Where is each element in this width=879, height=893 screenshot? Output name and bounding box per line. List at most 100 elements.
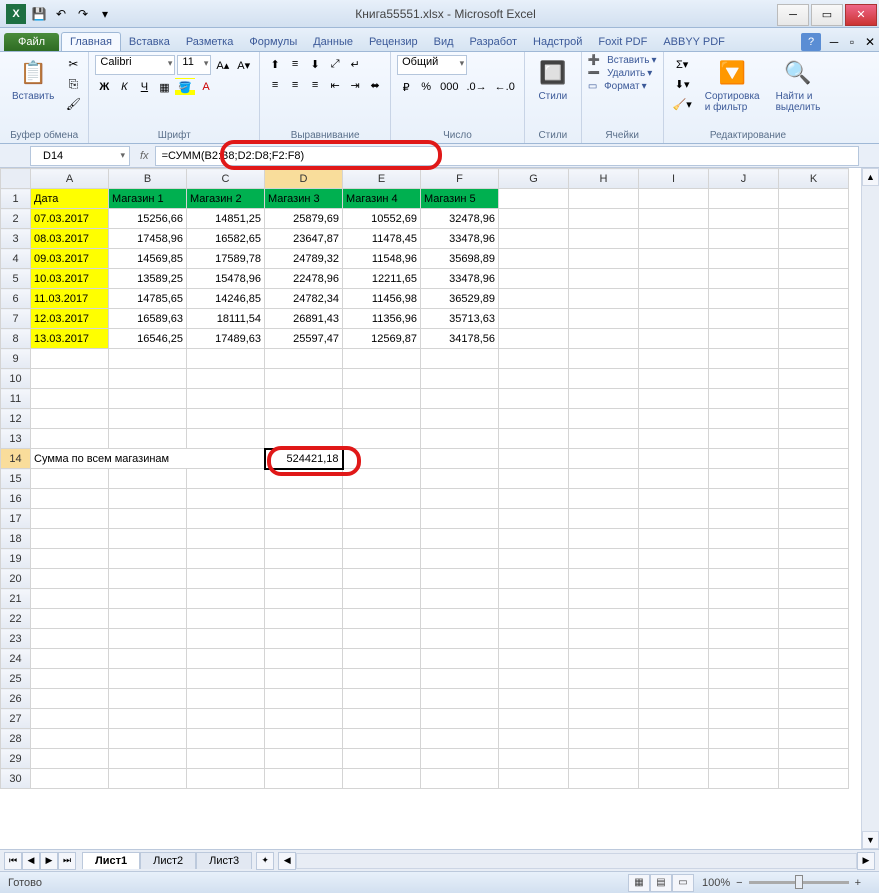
cell-J5[interactable] <box>709 269 779 289</box>
cell-K18[interactable] <box>779 529 849 549</box>
cell-D27[interactable] <box>265 709 343 729</box>
cell-I9[interactable] <box>639 349 709 369</box>
row-header-10[interactable]: 10 <box>1 369 31 389</box>
cell-F20[interactable] <box>421 569 499 589</box>
cell-K14[interactable] <box>779 449 849 469</box>
cell-G19[interactable] <box>499 549 569 569</box>
cell-K10[interactable] <box>779 369 849 389</box>
cell-I16[interactable] <box>639 489 709 509</box>
cell-K22[interactable] <box>779 609 849 629</box>
wrap-text-icon[interactable]: ↵ <box>346 55 364 73</box>
cell-H7[interactable] <box>569 309 639 329</box>
cell-C5[interactable]: 15478,96 <box>187 269 265 289</box>
column-header-C[interactable]: C <box>187 169 265 189</box>
cell-J3[interactable] <box>709 229 779 249</box>
cell-B16[interactable] <box>109 489 187 509</box>
cell-H26[interactable] <box>569 689 639 709</box>
row-header-11[interactable]: 11 <box>1 389 31 409</box>
cell-G16[interactable] <box>499 489 569 509</box>
cell-J29[interactable] <box>709 749 779 769</box>
align-left-icon[interactable]: ≡ <box>266 76 284 94</box>
cell-D22[interactable] <box>265 609 343 629</box>
row-header-23[interactable]: 23 <box>1 629 31 649</box>
cell-G1[interactable] <box>499 189 569 209</box>
row-header-8[interactable]: 8 <box>1 329 31 349</box>
row-header-3[interactable]: 3 <box>1 229 31 249</box>
zoom-out-icon[interactable]: − <box>736 877 742 889</box>
sort-filter-button[interactable]: 🔽 Сортировка и фильтр <box>699 55 766 115</box>
cell-G4[interactable] <box>499 249 569 269</box>
cell-K21[interactable] <box>779 589 849 609</box>
cell-H12[interactable] <box>569 409 639 429</box>
cell-F2[interactable]: 32478,96 <box>421 209 499 229</box>
row-header-26[interactable]: 26 <box>1 689 31 709</box>
border-icon[interactable]: ▦ <box>155 78 173 96</box>
orientation-icon[interactable]: ⤢ <box>326 55 344 73</box>
cell-C29[interactable] <box>187 749 265 769</box>
cell-G17[interactable] <box>499 509 569 529</box>
align-bottom-icon[interactable]: ⬇ <box>306 55 324 73</box>
cell-K15[interactable] <box>779 469 849 489</box>
cell-E30[interactable] <box>343 769 421 789</box>
cell-G24[interactable] <box>499 649 569 669</box>
vertical-scrollbar[interactable]: ▲ ▼ <box>861 168 879 849</box>
cell-H2[interactable] <box>569 209 639 229</box>
cell-J15[interactable] <box>709 469 779 489</box>
row-header-14[interactable]: 14 <box>1 449 31 469</box>
tab-review[interactable]: Рецензир <box>361 33 426 51</box>
cell-B3[interactable]: 17458,96 <box>109 229 187 249</box>
cell-K24[interactable] <box>779 649 849 669</box>
cell-K3[interactable] <box>779 229 849 249</box>
styles-button[interactable]: 🔲 Стили <box>531 55 575 104</box>
align-center-icon[interactable]: ≡ <box>286 76 304 94</box>
cell-J6[interactable] <box>709 289 779 309</box>
cell-E20[interactable] <box>343 569 421 589</box>
cell-C1[interactable]: Магазин 2 <box>187 189 265 209</box>
cell-C4[interactable]: 17589,78 <box>187 249 265 269</box>
cell-K4[interactable] <box>779 249 849 269</box>
cell-A2[interactable]: 07.03.2017 <box>31 209 109 229</box>
tab-data[interactable]: Данные <box>305 33 361 51</box>
cell-C9[interactable] <box>187 349 265 369</box>
cell-H14[interactable] <box>569 449 639 469</box>
cell-E24[interactable] <box>343 649 421 669</box>
cell-K20[interactable] <box>779 569 849 589</box>
cell-I18[interactable] <box>639 529 709 549</box>
close-button[interactable]: ✕ <box>845 4 877 26</box>
cell-J4[interactable] <box>709 249 779 269</box>
cell-G26[interactable] <box>499 689 569 709</box>
cell-B12[interactable] <box>109 409 187 429</box>
cell-B17[interactable] <box>109 509 187 529</box>
cell-C15[interactable] <box>187 469 265 489</box>
cell-J9[interactable] <box>709 349 779 369</box>
cell-H4[interactable] <box>569 249 639 269</box>
cell-D8[interactable]: 25597,47 <box>265 329 343 349</box>
cell-E18[interactable] <box>343 529 421 549</box>
cell-H5[interactable] <box>569 269 639 289</box>
column-header-B[interactable]: B <box>109 169 187 189</box>
scroll-down-icon[interactable]: ▼ <box>862 831 879 849</box>
cell-D30[interactable] <box>265 769 343 789</box>
cell-I11[interactable] <box>639 389 709 409</box>
align-middle-icon[interactable]: ≡ <box>286 55 304 73</box>
tab-developer[interactable]: Разработ <box>462 33 525 51</box>
cell-A20[interactable] <box>31 569 109 589</box>
tab-formulas[interactable]: Формулы <box>241 33 305 51</box>
cell-A9[interactable] <box>31 349 109 369</box>
cell-B21[interactable] <box>109 589 187 609</box>
cell-E9[interactable] <box>343 349 421 369</box>
cell-H28[interactable] <box>569 729 639 749</box>
normal-view-icon[interactable]: ▦ <box>628 874 650 892</box>
underline-button[interactable]: Ч <box>135 78 153 96</box>
cell-H13[interactable] <box>569 429 639 449</box>
cells-delete-icon[interactable]: ➖ <box>588 68 600 79</box>
fx-icon[interactable]: fx <box>134 150 155 162</box>
cell-E4[interactable]: 11548,96 <box>343 249 421 269</box>
cell-J28[interactable] <box>709 729 779 749</box>
cell-J7[interactable] <box>709 309 779 329</box>
cell-G28[interactable] <box>499 729 569 749</box>
cell-G14[interactable] <box>499 449 569 469</box>
sheet-tab-Лист3[interactable]: Лист3 <box>196 852 252 869</box>
cell-B15[interactable] <box>109 469 187 489</box>
cell-D17[interactable] <box>265 509 343 529</box>
